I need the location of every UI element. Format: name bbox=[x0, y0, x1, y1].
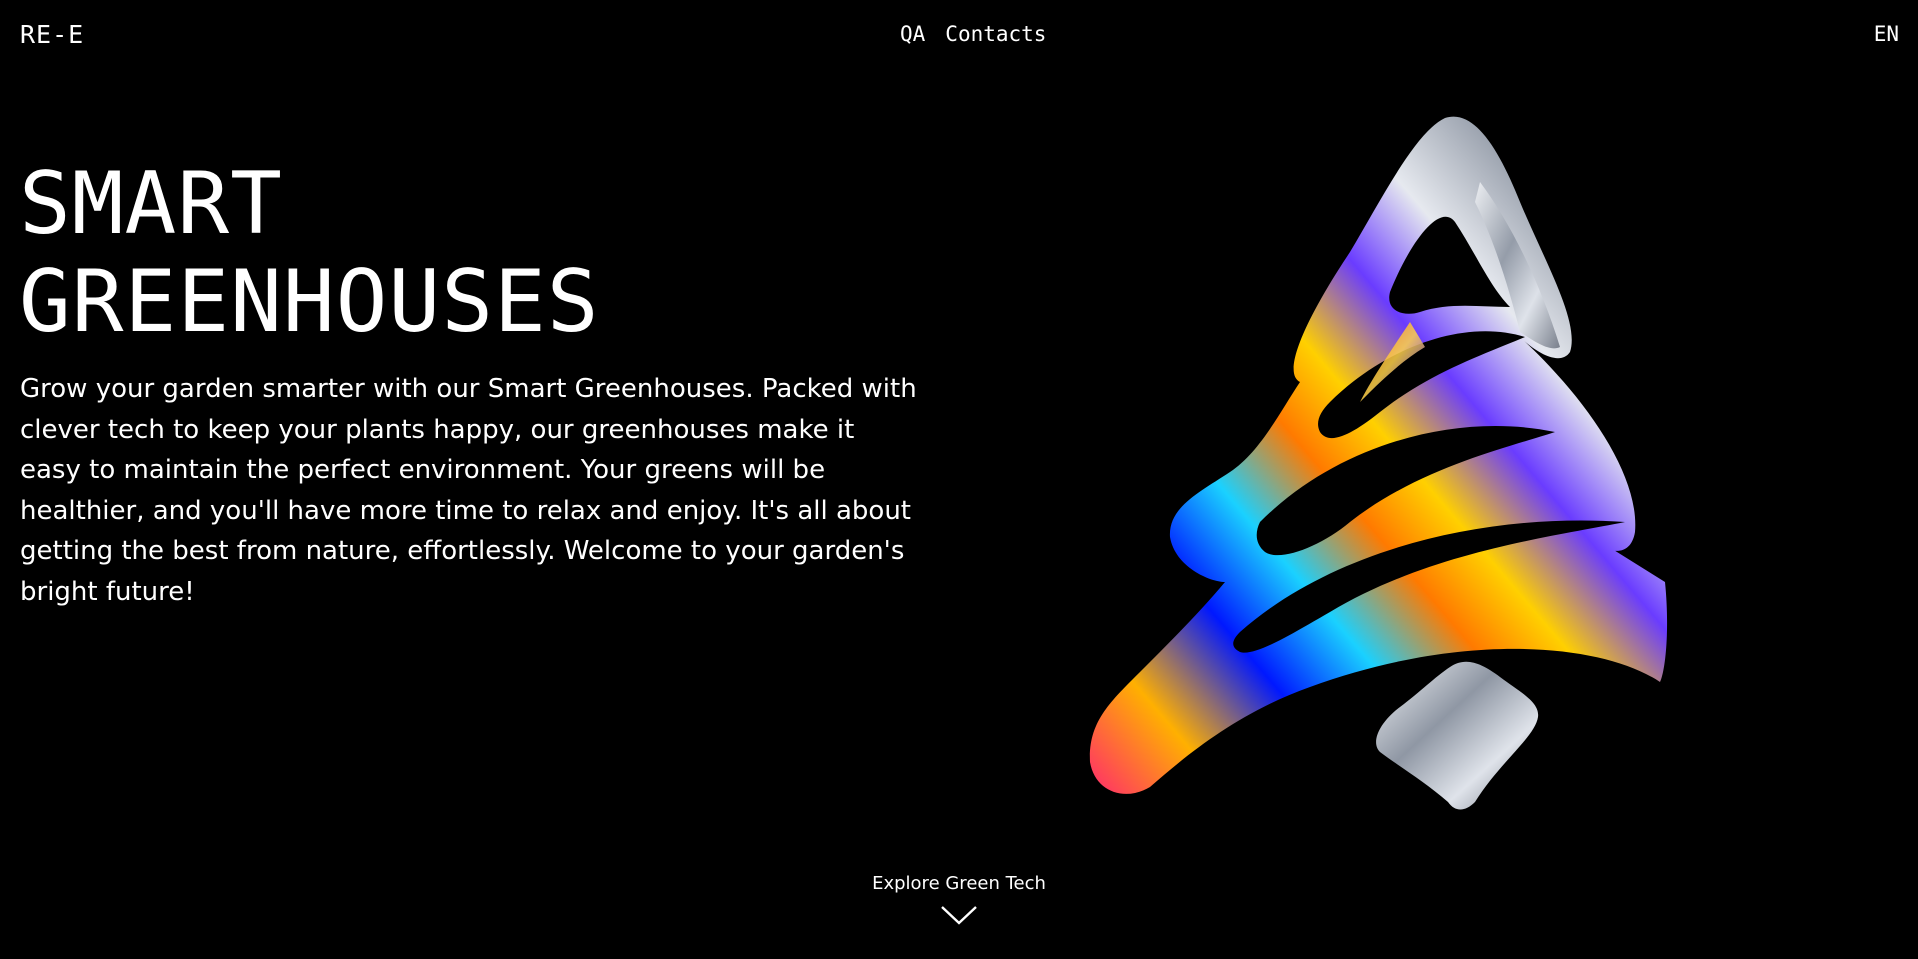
language-switcher[interactable]: EN bbox=[1874, 22, 1899, 46]
logo[interactable]: RE-E bbox=[20, 20, 84, 49]
iridescent-tree-icon bbox=[1089, 116, 1668, 810]
nav-link-qa[interactable]: QA bbox=[900, 22, 925, 46]
site-header: RE-E QA Contacts EN bbox=[0, 0, 1918, 70]
hero-title: SMART GREENHOUSES bbox=[19, 154, 600, 352]
explore-green-tech-button[interactable]: Explore Green Tech bbox=[859, 873, 1059, 926]
explore-label: Explore Green Tech bbox=[872, 873, 1046, 894]
nav-link-contacts[interactable]: Contacts bbox=[945, 22, 1046, 46]
hero-description: Grow your garden smarter with our Smart … bbox=[20, 374, 917, 607]
page: RE-E QA Contacts EN SMART GREENHOUSES Gr… bbox=[0, 0, 1918, 959]
top-nav: QA Contacts bbox=[900, 22, 1046, 46]
chevron-down-icon bbox=[941, 906, 977, 925]
